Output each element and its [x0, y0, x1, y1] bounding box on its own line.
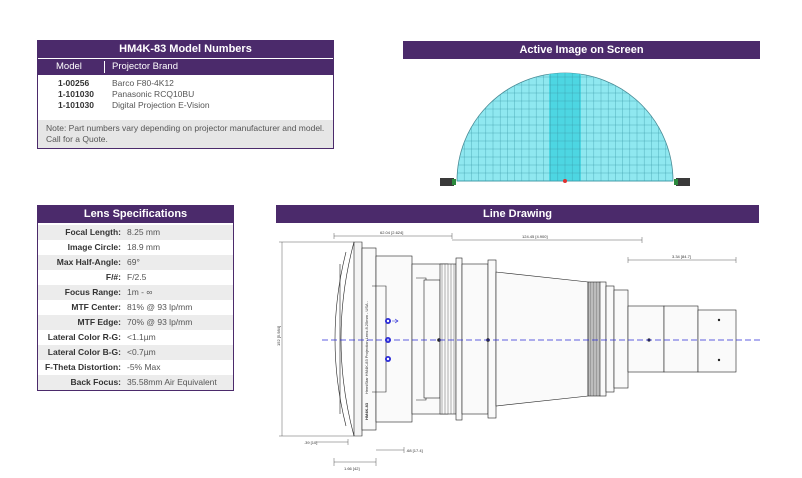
table-row: 1-00256 Barco F80-4K12	[38, 78, 333, 89]
spec-label: Focus Range:	[64, 287, 121, 297]
model-number: 1-101030	[58, 89, 94, 99]
spec-label: Image Circle:	[67, 242, 121, 252]
dome-center-point	[563, 179, 567, 183]
spec-row: F-Theta Distortion: -5% Max	[38, 360, 233, 375]
spec-label: Lateral Color B-G:	[47, 347, 121, 357]
projector-left-icon	[440, 178, 456, 186]
model-note: Note: Part numbers vary depending on pro…	[38, 120, 333, 148]
lens-line-drawing: HM4K-83 HemiStar HM4K-83 Projection Lens…	[276, 230, 762, 471]
spec-value: 81% @ 93 lp/mm	[127, 302, 193, 312]
model-number: 1-101030	[58, 100, 94, 110]
active-image-title: Active Image on Screen	[403, 41, 760, 59]
model-table-header: Model Projector Brand	[38, 59, 333, 75]
note-line: Call for a Quote.	[46, 134, 108, 144]
spec-row: Lateral Color R-G: <1.1µm	[38, 330, 233, 345]
table-row: 1-101030 Digital Projection E-Vision	[38, 100, 333, 111]
spec-label: F-Theta Distortion:	[44, 362, 121, 372]
spec-value: -5% Max	[127, 362, 161, 372]
model-number: 1-00256	[58, 78, 90, 88]
spec-value: 8.25 mm	[127, 227, 161, 237]
spec-row: Focal Length: 8.25 mm	[38, 225, 233, 240]
spec-value: 70% @ 93 lp/mm	[127, 317, 193, 327]
spec-row: Focus Range: 1m - ∞	[38, 285, 233, 300]
spec-value: <0.7µm	[127, 347, 156, 357]
spec-value: F/2.5	[127, 272, 147, 282]
spec-label: MTF Edge:	[77, 317, 121, 327]
spec-label: Lateral Color R-G:	[47, 332, 121, 342]
line-drawing-title: Line Drawing	[276, 205, 759, 223]
spec-label: F/#:	[105, 272, 121, 282]
dimension-label: 62.04 [2.624]	[380, 230, 403, 235]
model-numbers-title: HM4K-83 Model Numbers	[37, 40, 334, 58]
spec-row: F/#: F/2.5	[38, 270, 233, 285]
spec-row: MTF Edge: 70% @ 93 lp/mm	[38, 315, 233, 330]
projector-brand: Panasonic RCQ10BU	[112, 89, 195, 99]
spec-value: 69°	[127, 257, 140, 267]
spec-label: Max Half-Angle:	[56, 257, 121, 267]
column-divider	[104, 61, 105, 73]
dimension-label: .39 [10]	[304, 440, 317, 445]
dimension-label: 152 [5.984]	[276, 326, 281, 346]
lens-specs-title: Lens Specifications	[37, 205, 234, 223]
spec-label: Back Focus:	[70, 377, 121, 387]
model-column-header: Model	[56, 61, 82, 72]
table-row: 1-101030 Panasonic RCQ10BU	[38, 89, 333, 100]
spec-row: Lateral Color B-G: <0.7µm	[38, 345, 233, 360]
dimension-label: 3.34 [84.7]	[672, 254, 691, 259]
dimension-label: 1.66 [42]	[344, 466, 360, 471]
dimension-label: 124.45 [4.900]	[522, 234, 548, 239]
spec-label: MTF Center:	[71, 302, 121, 312]
spec-row: Max Half-Angle: 69°	[38, 255, 233, 270]
spec-row: Back Focus: 35.58mm Air Equivalent	[38, 375, 233, 390]
note-line: Note: Part numbers vary depending on pro…	[46, 123, 325, 133]
spec-value: 35.58mm Air Equivalent	[127, 377, 217, 387]
projector-right-icon	[674, 178, 690, 186]
dimension-label: .68 [17.4]	[406, 448, 423, 453]
spec-value: 1m - ∞	[127, 287, 153, 297]
engraving-text: HemiStar HM4K-83 Projection Lens 8.25mm …	[364, 300, 369, 394]
brand-column-header: Projector Brand	[112, 61, 179, 72]
engraving-mark: HM4K-83	[364, 402, 369, 420]
lens-specs-panel: Focal Length: 8.25 mm Image Circle: 18.9 m…	[37, 205, 234, 391]
dome-diagram	[440, 72, 690, 186]
projector-brand: Barco F80-4K12	[112, 78, 174, 88]
lens-body-outline	[334, 241, 737, 437]
spec-value: <1.1µm	[127, 332, 156, 342]
spec-row: MTF Center: 81% @ 93 lp/mm	[38, 300, 233, 315]
spec-label: Focal Length:	[65, 227, 121, 237]
spec-value: 18.9 mm	[127, 242, 161, 252]
spec-row: Image Circle: 18.9 mm	[38, 240, 233, 255]
projector-brand: Digital Projection E-Vision	[112, 100, 210, 110]
